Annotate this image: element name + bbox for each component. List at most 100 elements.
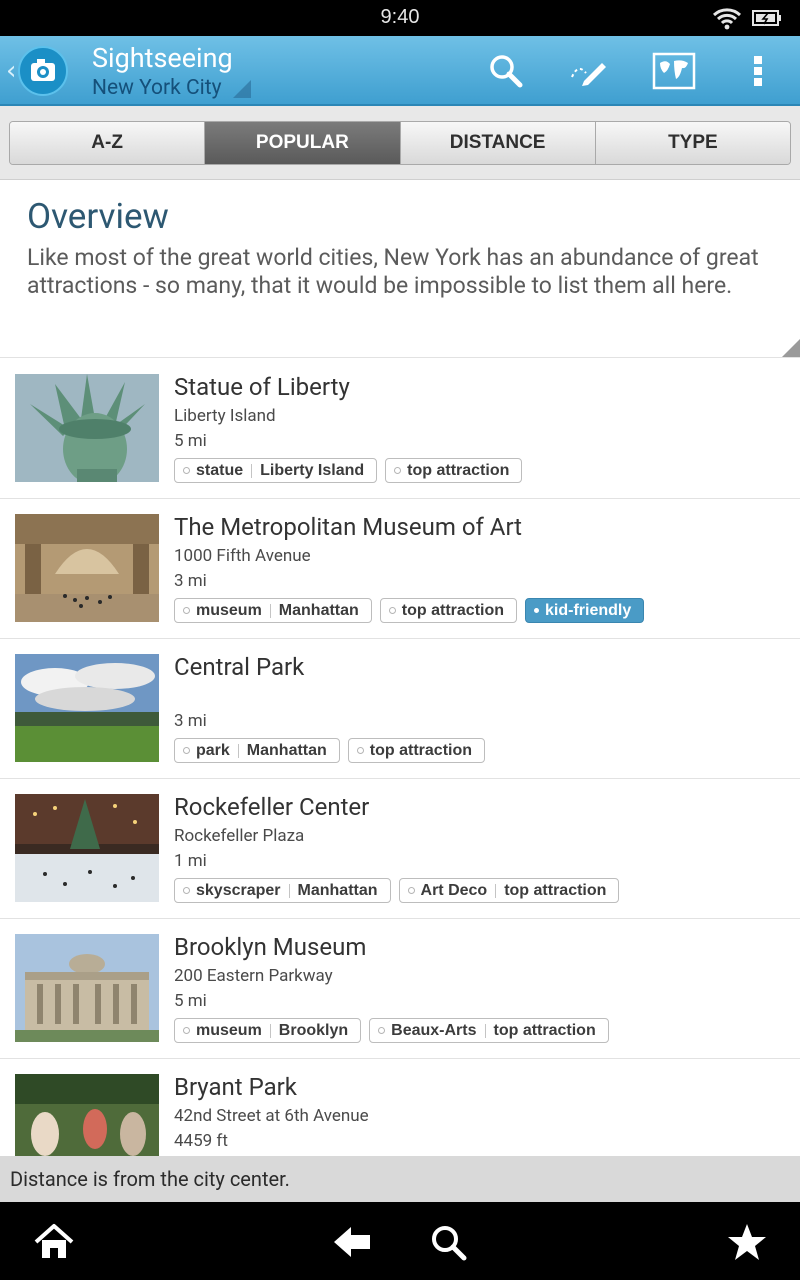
distance-note-text: Distance is from the city center. [10,1167,290,1191]
status-bar: 9:40 [0,0,800,36]
tag-dot-icon [378,1027,386,1034]
rockefeller-center-thumbnail [15,794,159,902]
tag-text: top attraction [369,741,473,759]
up-chevron-icon[interactable]: ‹ [6,56,16,86]
distance-note: Distance is from the city center. [0,1156,800,1202]
list-item[interactable]: Central Park 3 mi park Manhattan top attr… [0,639,800,779]
tag-text: park [196,741,230,759]
tag-dot-icon [183,607,190,614]
list-item[interactable]: Statue of Liberty Liberty Island 5 mi st… [0,359,800,499]
world-map-icon[interactable] [652,51,696,91]
tag-text: museum [196,601,262,619]
tag-chip[interactable]: museum Brooklyn [174,1018,362,1043]
tag-text: top attraction [504,881,607,899]
attraction-distance: 5 mi [174,991,207,1011]
attraction-name: Bryant Park [174,1073,297,1101]
attraction-name: Brooklyn Museum [174,933,367,961]
tag-text: Manhattan [278,601,359,619]
battery-icon [752,10,781,26]
attraction-name: Rockefeller Center [174,793,370,821]
tag-list: statue Liberty Island top attraction [174,458,523,483]
tag-list: skyscraper Manhattan Art Deco top attracti… [174,878,620,903]
tag-dot-icon [534,608,540,613]
tag-dot-icon [183,1027,190,1034]
park-photo [15,654,159,762]
tag-text: Brooklyn [278,1021,349,1039]
tag-text: top attraction [493,1021,596,1039]
city-selector[interactable]: New York City [92,76,222,100]
bryant-park-photo [15,1074,159,1156]
star-icon[interactable] [726,1221,768,1263]
tag-dot-icon [183,467,190,474]
tag-dot-icon [394,467,402,474]
tag-chip[interactable]: skyscraper Manhattan [174,878,391,903]
tag-chip[interactable]: top attraction [379,598,518,623]
overview-heading: Overview [27,196,169,237]
attraction-distance: 3 mi [174,711,207,731]
wifi-icon [712,8,742,30]
overflow-menu-icon[interactable] [748,51,768,91]
rink-photo [15,794,159,902]
list-item[interactable]: The Metropolitan Museum of Art 1000 Fift… [0,499,800,639]
attraction-name: Statue of Liberty [174,373,350,401]
app-root: 9:40 ‹ Sightseeing New York City A-Z POP… [0,0,800,1280]
tag-text: top attraction [401,601,505,619]
search-icon[interactable] [427,1221,469,1263]
tag-chip[interactable]: top attraction [347,738,486,763]
tab-popular[interactable]: POPULAR [205,122,401,164]
edit-icon[interactable] [568,51,608,91]
sort-tabs-bar: A-Z POPULAR DISTANCE TYPE [0,106,800,180]
expand-corner-icon [782,339,800,357]
tag-text: Liberty Island [260,461,365,479]
dropdown-indicator-icon [233,80,251,98]
camera-logo-icon[interactable] [18,46,68,96]
tag-chip[interactable]: Beaux-Arts top attraction [369,1018,609,1043]
tag-dot-icon [388,607,396,614]
app-title[interactable]: Sightseeing [92,42,233,74]
back-arrow-icon[interactable] [331,1221,373,1263]
sort-tabs: A-Z POPULAR DISTANCE TYPE [9,121,791,165]
search-icon[interactable] [486,51,526,91]
attraction-address: 200 Eastern Parkway [174,966,333,986]
attraction-address: Liberty Island [174,406,276,426]
action-bar: ‹ Sightseeing New York City [0,36,800,106]
statue-photo [15,374,159,482]
attraction-distance: 5 mi [174,431,207,451]
attraction-name: The Metropolitan Museum of Art [174,513,523,541]
list-item[interactable]: Rockefeller Center Rockefeller Plaza 1 m… [0,779,800,919]
status-time: 9:40 [380,6,420,28]
brooklyn-museum-thumbnail [15,934,159,1042]
attraction-distance: 4459 ft [174,1131,228,1151]
attraction-address: 1000 Fifth Avenue [174,546,311,566]
tag-text: kid-friendly [545,601,632,619]
tag-dot-icon [183,887,190,894]
bottom-nav-bar [0,1202,800,1280]
tag-text: top attraction [407,461,510,479]
tag-chip[interactable]: park Manhattan [174,738,340,763]
tag-text: statue [196,461,244,479]
home-icon[interactable] [33,1221,75,1263]
tab-a-z[interactable]: A-Z [10,122,206,164]
tag-dot-icon [407,887,415,894]
met-museum-thumbnail [15,514,159,622]
tag-text: Beaux-Arts [391,1021,477,1039]
central-park-thumbnail [15,654,159,762]
tag-text: Manhattan [246,741,327,759]
overview-section[interactable]: Overview Like most of the great world ci… [0,180,800,358]
attraction-distance: 3 mi [174,571,207,591]
list-item[interactable]: Brooklyn Museum 200 Eastern Parkway 5 mi… [0,919,800,1059]
bryant-park-thumbnail [15,1074,159,1156]
overview-text: Like most of the great world cities, New… [27,244,759,299]
tag-text: museum [196,1021,262,1039]
tag-chip[interactable]: Art Deco top attraction [398,878,620,903]
list-item[interactable]: Bryant Park 42nd Street at 6th Avenue 44… [0,1059,800,1156]
tab-distance[interactable]: DISTANCE [400,122,596,164]
tag-text: Art Deco [420,881,488,899]
attraction-name: Central Park [174,653,305,681]
tag-chip-highlighted[interactable]: kid-friendly [525,598,645,623]
tag-chip[interactable]: museum Manhattan [174,598,372,623]
tab-type[interactable]: TYPE [595,122,790,164]
tag-dot-icon [356,747,364,754]
tag-chip[interactable]: statue Liberty Island [174,458,378,483]
tag-chip[interactable]: top attraction [385,458,523,483]
